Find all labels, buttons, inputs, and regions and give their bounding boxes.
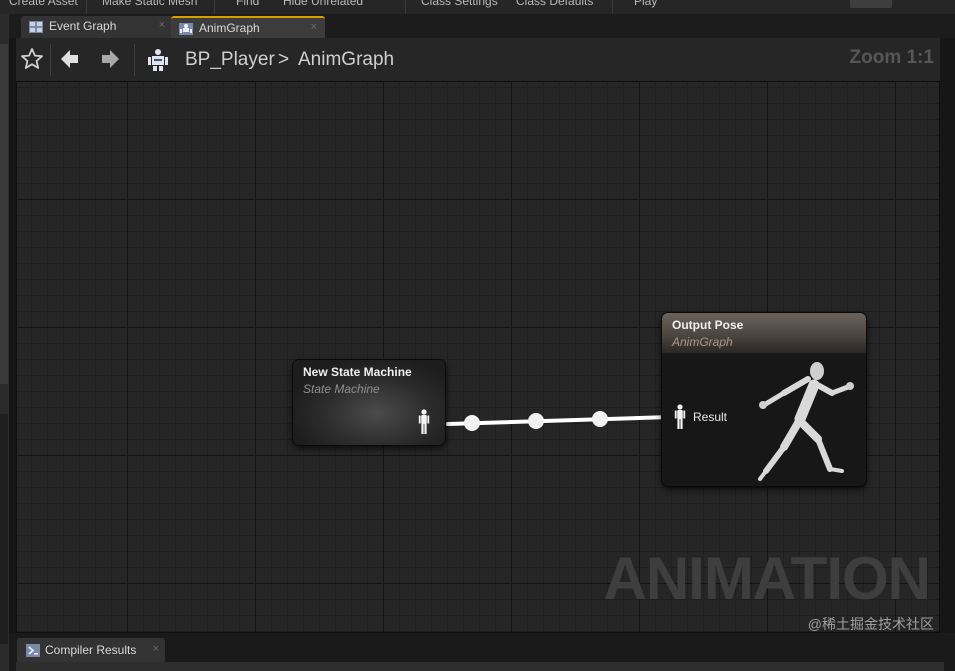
star-icon[interactable] — [20, 47, 44, 71]
toolbar-make-static-mesh[interactable]: Make Static Mesh — [102, 0, 197, 8]
node-subtitle: AnimGraph — [672, 335, 733, 349]
tab-anim-graph[interactable]: AnimGraph × — [171, 16, 325, 38]
zoom-level: Zoom 1:1 — [849, 47, 934, 68]
running-mannequin-icon — [758, 362, 854, 481]
graph-breadcrumb-bar: BP_Player > AnimGraph Zoom 1:1 — [16, 38, 940, 82]
graph-type-watermark: ANIMATION — [603, 545, 931, 612]
divider — [134, 44, 135, 76]
state-machine-node[interactable]: New State Machine State Machine — [293, 360, 445, 445]
tab-compiler-results[interactable]: Compiler Results × — [17, 638, 165, 662]
compiler-results-icon — [26, 644, 40, 657]
tab-event-graph[interactable]: Event Graph × — [21, 16, 173, 38]
pin-label: Result — [693, 410, 728, 424]
main-toolbar: Create Asset Make Static Mesh Find Hide … — [0, 0, 955, 14]
toolbar-create-asset[interactable]: Create Asset — [9, 0, 78, 8]
divider — [50, 44, 51, 76]
node-title: New State Machine — [303, 365, 412, 379]
close-icon[interactable]: × — [153, 643, 159, 655]
bottom-dock: Compiler Results × — [9, 633, 955, 671]
output-pose-node[interactable]: Output Pose AnimGraph Result — [662, 313, 866, 486]
anim-blueprint-icon — [148, 49, 168, 71]
result-input-pin-icon[interactable] — [674, 404, 686, 430]
compiler-results-panel — [16, 662, 944, 671]
source-credit: @稀土掘金技术社区 — [807, 616, 934, 632]
event-graph-icon — [29, 21, 43, 33]
node-subtitle: State Machine — [303, 382, 380, 396]
toolbar-divider — [405, 0, 406, 14]
toolbar-play[interactable]: Play — [634, 0, 657, 8]
toolbar-find[interactable]: Find — [236, 0, 259, 8]
tab-label: AnimGraph — [199, 21, 260, 35]
toolbar-divider — [612, 0, 613, 14]
toolbar-divider — [214, 0, 215, 14]
graph-canvas[interactable]: New State Machine State Machine Output P… — [16, 81, 940, 633]
left-side-panel — [0, 14, 9, 671]
toolbar-class-settings[interactable]: Class Settings — [421, 0, 498, 8]
toolbar-class-defaults[interactable]: Class Defaults — [516, 0, 593, 8]
pose-output-pin-icon[interactable] — [418, 409, 430, 435]
graph-tab-bar: Event Graph × AnimGraph × — [9, 14, 955, 38]
toolbar-dropdown-handle[interactable] — [850, 0, 892, 8]
breadcrumb-separator: > — [278, 49, 290, 70]
left-panel-section — [0, 44, 8, 384]
tab-label: Compiler Results — [45, 643, 137, 657]
back-arrow-icon[interactable] — [58, 47, 82, 71]
anim-graph-icon — [179, 23, 193, 35]
toolbar-hide-unrelated[interactable]: Hide Unrelated — [283, 0, 363, 8]
node-title: Output Pose — [672, 318, 744, 332]
forward-arrow-icon[interactable] — [98, 47, 122, 71]
close-icon[interactable]: × — [159, 19, 165, 31]
toolbar-divider — [86, 0, 87, 14]
breadcrumb-graph[interactable]: AnimGraph — [298, 49, 394, 71]
breadcrumb-blueprint[interactable]: BP_Player — [185, 49, 275, 71]
left-panel-section — [0, 414, 8, 644]
close-icon[interactable]: × — [311, 21, 317, 33]
tab-label: Event Graph — [49, 19, 117, 33]
